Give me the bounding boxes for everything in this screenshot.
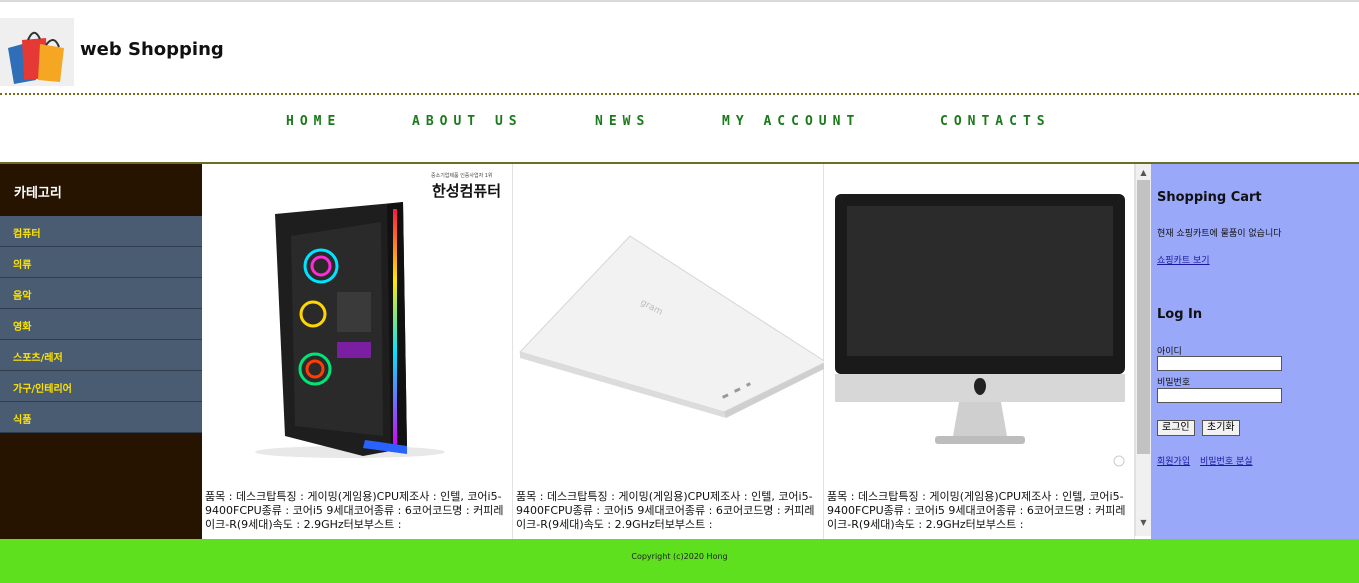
login-button[interactable]: 로그인: [1157, 420, 1195, 436]
cart-empty-message: 현재 쇼핑카트에 물품이 없습니다: [1157, 229, 1282, 239]
category-computer[interactable]: 컴퓨터: [0, 216, 202, 247]
right-panel: Shopping Cart 현재 쇼핑카트에 물품이 없습니다 쇼핑카트 보기 …: [1151, 164, 1359, 539]
category-heading: 카테고리: [14, 186, 62, 201]
category-furniture[interactable]: 가구/인테리어: [0, 371, 202, 402]
category-clothing[interactable]: 의류: [0, 247, 202, 278]
header: web Shopping: [0, 2, 1359, 94]
product-card[interactable]: 품목 : 데스크탑특징 : 게이밍(게임용)CPU제조사 : 인텔, 코어i5-…: [825, 164, 1135, 539]
product-image[interactable]: 중소기업제품 인증사업자 1위 한성컴퓨터: [203, 164, 513, 484]
copyright-text: Copyright (c)2020 Hong: [631, 552, 728, 561]
nav-home[interactable]: HOME: [286, 114, 341, 129]
password-label: 비밀번호: [1157, 378, 1191, 388]
nav-contacts[interactable]: CONTACTS: [940, 114, 1051, 129]
product-description: 품목 : 데스크탑특징 : 게이밍(게임용)CPU제조사 : 인텔, 코어i5-…: [205, 490, 504, 531]
product-card[interactable]: 중소기업제품 인증사업자 1위 한성컴퓨터 품목: 데스크탑특징: 게이밍(…: [203, 164, 513, 539]
scroll-up-arrow-icon[interactable]: ▲: [1136, 166, 1151, 180]
cart-title: Shopping Cart: [1157, 190, 1262, 205]
scroll-down-arrow-icon[interactable]: ▼: [1136, 516, 1151, 530]
password-input[interactable]: [1157, 388, 1282, 403]
nav-about-us[interactable]: ABOUT US: [412, 114, 523, 129]
reset-button[interactable]: 초기화: [1202, 420, 1240, 436]
product-description: 품목 : 데스크탑특징 : 게이밍(게임용)CPU제조사 : 인텔, 코어i5-…: [827, 490, 1126, 531]
login-title: Log In: [1157, 307, 1203, 322]
view-cart-link[interactable]: 쇼핑카트 보기: [1157, 253, 1210, 266]
gaming-pc-tower-icon: [255, 202, 445, 458]
product-description: 품목 : 데스크탑특징 : 게이밍(게임용)CPU제조사 : 인텔, 코어i5-…: [516, 490, 815, 531]
footer: Copyright (c)2020 Hong: [0, 539, 1359, 583]
laptop-icon: gram: [519, 235, 828, 418]
product-card[interactable]: gram 품목 : 데스크탑특징 : 게이밍(게임용)CPU제조사 : 인텔, …: [514, 164, 828, 539]
find-password-link[interactable]: 비밀번호 분실: [1200, 454, 1253, 467]
product-image[interactable]: gram: [514, 164, 828, 484]
category-sidebar: 카테고리 컴퓨터 의류 음악 영화 스포츠/레저 가구/인테리어 식품: [0, 164, 202, 539]
category-sports[interactable]: 스포츠/레저: [0, 340, 202, 371]
header-divider: [0, 93, 1359, 95]
imac-monitor-icon: [835, 194, 1125, 467]
product-grid: 중소기업제품 인증사업자 1위 한성컴퓨터 품목: 데스크탑특징: 게이밍(…: [203, 164, 1135, 539]
category-food[interactable]: 식품: [0, 402, 202, 433]
category-music[interactable]: 음악: [0, 278, 202, 309]
nav-news[interactable]: NEWS: [595, 114, 650, 129]
id-input[interactable]: [1157, 356, 1282, 371]
nav-my-account[interactable]: MY ACCOUNT: [722, 114, 860, 129]
shopping-bags-logo-icon[interactable]: [0, 18, 74, 86]
content-scrollbar[interactable]: ▲ ▼: [1135, 164, 1151, 536]
scroll-thumb[interactable]: [1137, 180, 1150, 454]
main-nav: HOME ABOUT US NEWS MY ACCOUNT CONTACTS: [0, 96, 1359, 162]
site-title: web Shopping: [80, 39, 224, 60]
category-list: 컴퓨터 의류 음악 영화 스포츠/레저 가구/인테리어 식품: [0, 216, 202, 433]
signup-link[interactable]: 회원가입: [1157, 454, 1190, 467]
category-movie[interactable]: 영화: [0, 309, 202, 340]
product-image[interactable]: [825, 164, 1135, 484]
